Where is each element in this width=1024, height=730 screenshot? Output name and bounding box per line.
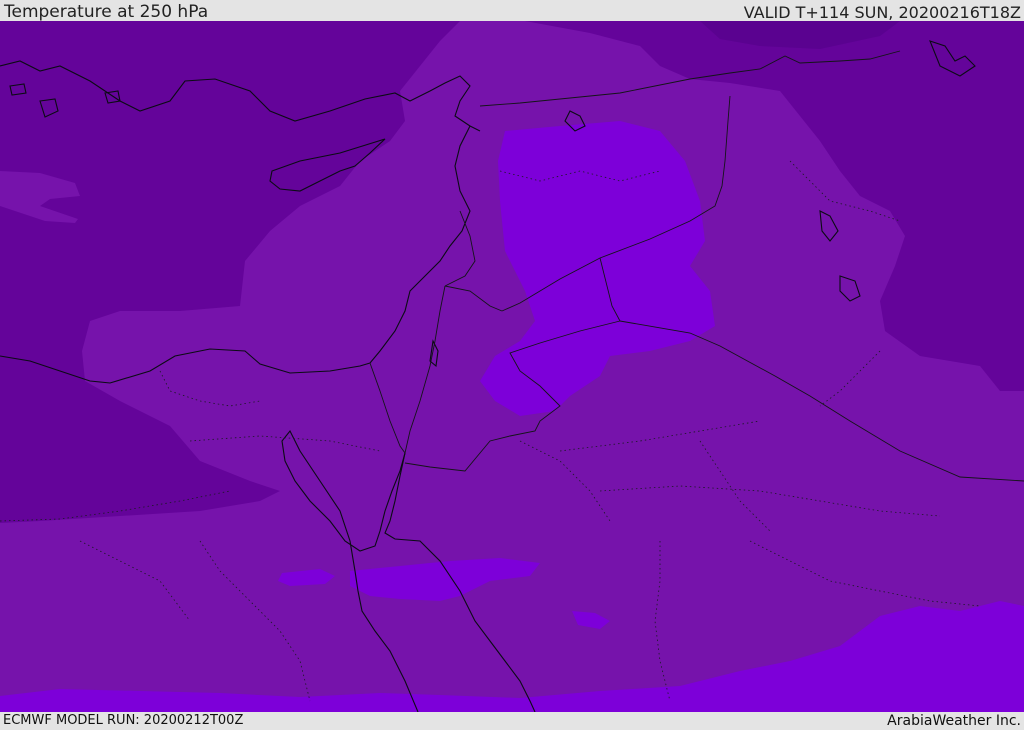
map-canvas[interactable]: [0, 21, 1024, 712]
weather-map-frame: Temperature at 250 hPa VALID T+114 SUN, …: [0, 0, 1024, 729]
model-run-label: ECMWF MODEL RUN: 20200212T00Z: [3, 713, 244, 728]
header-bar: Temperature at 250 hPa VALID T+114 SUN, …: [0, 0, 1024, 22]
valid-time: VALID T+114 SUN, 20200216T18Z: [743, 3, 1021, 22]
footer-bar: ECMWF MODEL RUN: 20200212T00Z ArabiaWeat…: [0, 712, 1024, 729]
map-title: Temperature at 250 hPa: [4, 2, 209, 22]
credit-label: ArabiaWeather Inc.: [887, 713, 1021, 729]
